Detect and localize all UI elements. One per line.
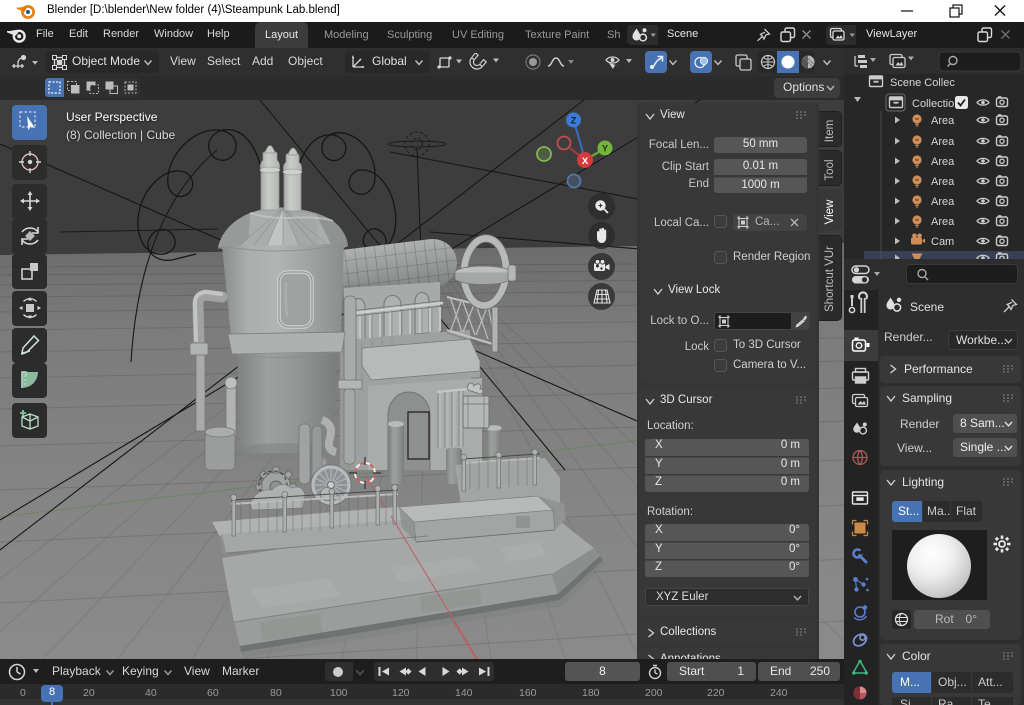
svg-text:Area: Area [931, 136, 955, 148]
svg-text:Area: Area [931, 176, 955, 188]
svg-text:Area: Area [931, 196, 955, 208]
svg-text:Y: Y [602, 144, 609, 155]
svg-text:Collectio: Collectio [912, 98, 954, 110]
svg-text:Cam: Cam [931, 236, 954, 248]
svg-text:Area: Area [931, 156, 955, 168]
svg-text:X: X [582, 156, 589, 167]
svg-text:Scene Collec: Scene Collec [890, 77, 955, 89]
svg-text:Area: Area [931, 216, 955, 228]
svg-text:Area: Area [931, 115, 955, 127]
svg-text:Z: Z [571, 116, 577, 127]
